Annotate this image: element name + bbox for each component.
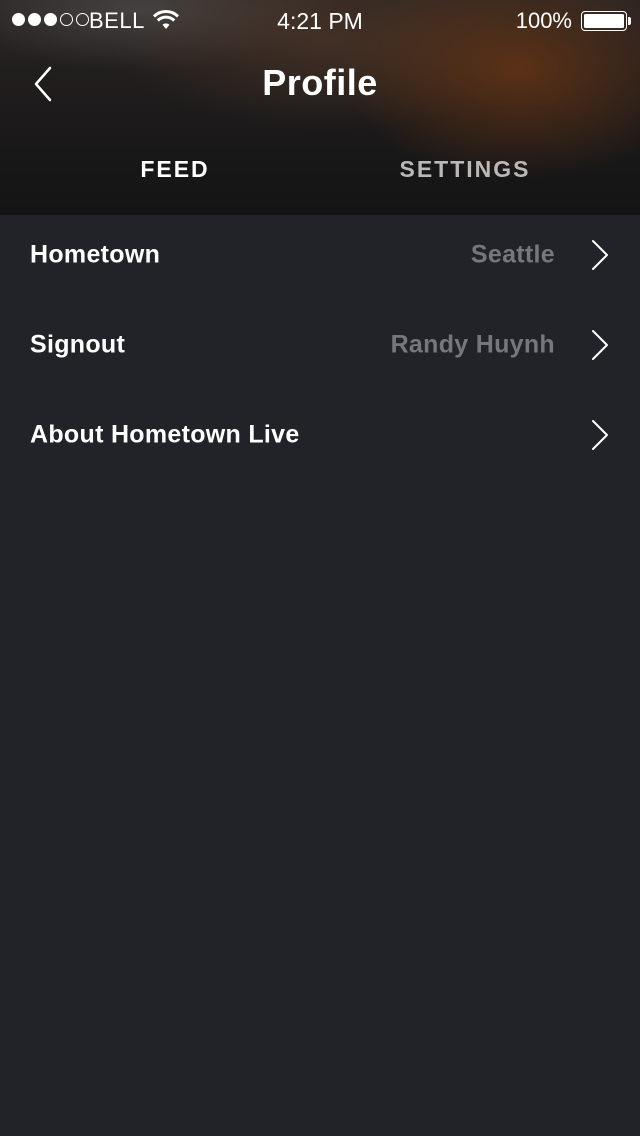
list-item-about[interactable]: About Hometown Live xyxy=(0,395,640,485)
list-item-label: Signout xyxy=(30,330,126,359)
header-background: BELL 4:21 PM 100% Profile FEED SETTINGS xyxy=(0,0,640,215)
profile-screen: BELL 4:21 PM 100% Profile FEED SETTINGS … xyxy=(0,0,640,1136)
page-title: Profile xyxy=(262,62,378,103)
chevron-right-icon xyxy=(592,420,608,450)
status-bar: BELL 4:21 PM 100% xyxy=(0,0,640,40)
chevron-right-icon xyxy=(592,240,608,270)
battery-percentage: 100% xyxy=(515,8,572,33)
list-item-label: Hometown xyxy=(30,240,161,269)
list-item-value: Randy Huynh xyxy=(390,330,555,359)
chevron-right-icon xyxy=(592,330,608,360)
battery-icon xyxy=(581,11,627,31)
tab-settings[interactable]: SETTINGS xyxy=(290,156,640,183)
battery-tip xyxy=(628,17,631,25)
list-item-label: About Hometown Live xyxy=(30,420,300,449)
settings-list: Hometown Seattle Signout Randy Huynh Abo… xyxy=(0,215,640,485)
list-item-hometown[interactable]: Hometown Seattle xyxy=(0,215,640,305)
list-item-value: Seattle xyxy=(470,240,555,269)
list-item-signout[interactable]: Signout Randy Huynh xyxy=(0,305,640,395)
